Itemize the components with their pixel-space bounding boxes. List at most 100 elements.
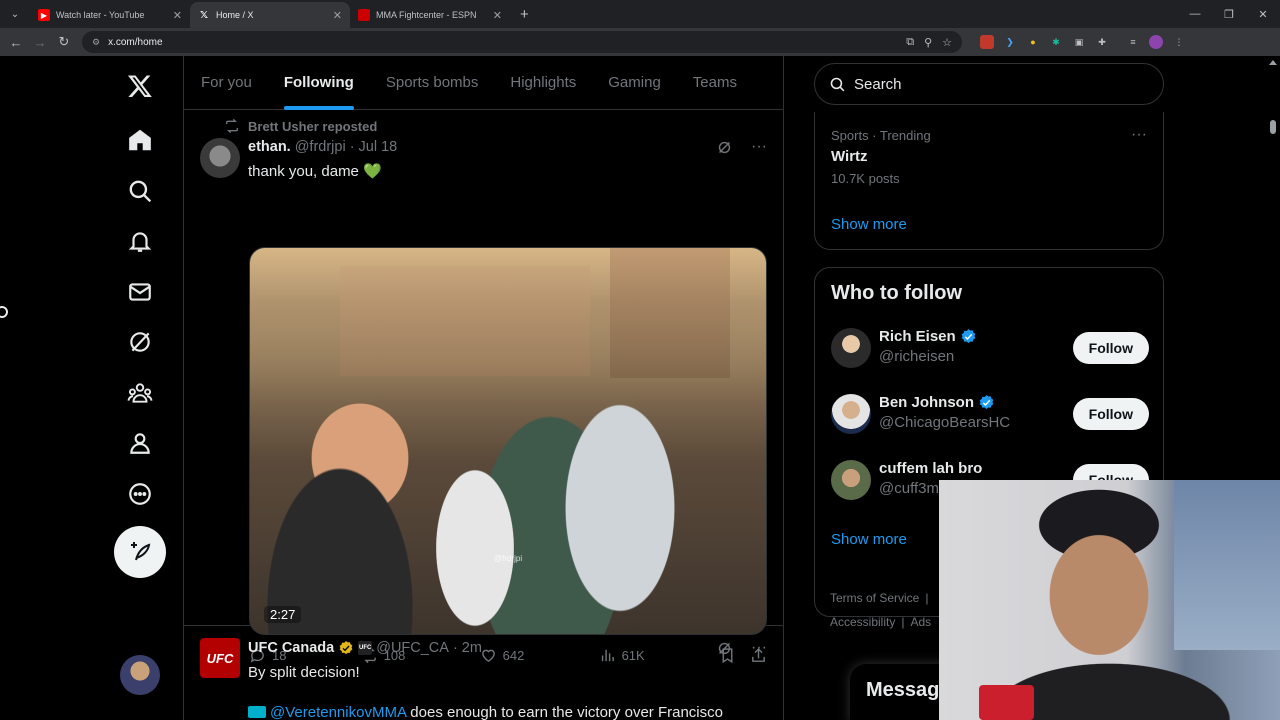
post-time[interactable]: Jul 18: [359, 139, 398, 155]
extension-red-icon[interactable]: [980, 35, 994, 49]
search-input[interactable]: Search: [814, 63, 1164, 105]
webcam-background-window: [1174, 480, 1280, 650]
bell-icon[interactable]: [114, 215, 166, 267]
mention-link[interactable]: @VeretennikovMMA: [270, 704, 406, 720]
browser-menu-icon[interactable]: ⋮: [1172, 35, 1186, 49]
address-bar: ← → ↻ ⚙ x.com/home ⧉ ⚲ ☆ ❯ ● ✱ ▣ ✚ ≡ ⋮: [0, 28, 1280, 56]
tab-title: MMA Fightcenter - ESPN: [376, 10, 477, 20]
extensions-puzzle-icon[interactable]: ✚: [1095, 35, 1109, 49]
minimize-icon[interactable]: —: [1178, 8, 1212, 20]
follow-button[interactable]: Follow: [1072, 332, 1149, 364]
tab-for-you[interactable]: For you: [201, 56, 252, 110]
cast-icon[interactable]: ⧉: [906, 36, 914, 49]
video-frame-building: [610, 248, 730, 378]
compose-post-button[interactable]: [114, 526, 166, 578]
grok-icon[interactable]: [716, 640, 733, 657]
extension-gray-icon[interactable]: ▣: [1072, 35, 1086, 49]
scrollbar-thumb[interactable]: [1270, 120, 1276, 134]
follow-button[interactable]: Follow: [1072, 398, 1149, 430]
suggestion-name-text: Rich Eisen: [879, 328, 956, 345]
profile-icon[interactable]: [114, 417, 166, 469]
account-avatar[interactable]: [120, 655, 160, 695]
suggestion-name[interactable]: Rich Eisen: [879, 328, 977, 345]
more-options-icon[interactable]: ···: [751, 138, 767, 156]
grok-icon[interactable]: [716, 139, 733, 156]
trend-post-count: 10.7K posts: [831, 171, 900, 186]
restore-icon[interactable]: ❐: [1212, 8, 1246, 21]
post-header: ethan. @frdrjpi · Jul 18: [248, 139, 397, 155]
ufc-affiliate-badge-icon[interactable]: UFC: [358, 641, 373, 655]
back-arrow-icon[interactable]: ←: [4, 35, 28, 50]
tab-title: Home / X: [216, 10, 254, 20]
browser-tab-youtube[interactable]: ▶ Watch later - YouTube ✕: [30, 2, 190, 28]
browser-tab-espn[interactable]: MMA Fightcenter - ESPN ✕: [350, 2, 510, 28]
forward-arrow-icon[interactable]: →: [28, 35, 52, 50]
avatar[interactable]: [200, 138, 240, 178]
url-input[interactable]: ⚙ x.com/home ⧉ ⚲ ☆: [82, 31, 962, 53]
tab-highlights[interactable]: Highlights: [510, 56, 576, 110]
tab-following[interactable]: Following: [283, 56, 354, 110]
author-handle[interactable]: @frdrjpi: [295, 139, 346, 155]
suggestion-name-text: Ben Johnson: [879, 394, 975, 411]
tab-sports-bombs[interactable]: Sports bombs: [386, 56, 479, 110]
reload-icon[interactable]: ↻: [52, 34, 76, 50]
suggestion-name[interactable]: cuffem lah bro: [879, 460, 982, 477]
post-tools: ···: [716, 138, 767, 156]
post-video[interactable]: @frdrjpi 2:27: [249, 247, 767, 635]
messages-title: Messag: [866, 679, 940, 701]
follow-suggestion[interactable]: Ben Johnson @ChicagoBearsHC Follow: [831, 390, 1149, 440]
communities-icon[interactable]: [114, 367, 166, 419]
x-logo-icon[interactable]: [114, 60, 166, 112]
scroll-up-arrow-icon[interactable]: [1269, 60, 1277, 65]
terms-link[interactable]: Terms of Service: [830, 591, 919, 605]
follow-suggestion[interactable]: Rich Eisen @richeisen Follow: [831, 324, 1149, 374]
repost-by-label[interactable]: Brett Usher reposted: [248, 119, 377, 134]
extension-blue-icon[interactable]: ❯: [1003, 35, 1017, 49]
author-name[interactable]: UFC Canada: [248, 640, 334, 656]
extension-teal-icon[interactable]: ✱: [1049, 35, 1063, 49]
close-icon[interactable]: ✕: [333, 9, 342, 22]
avatar[interactable]: UFC: [200, 638, 240, 678]
author-name[interactable]: ethan.: [248, 139, 291, 155]
tab-gaming[interactable]: Gaming: [608, 56, 661, 110]
post-time[interactable]: 2m: [462, 640, 482, 656]
search-icon[interactable]: [114, 165, 166, 217]
dot-separator: ·: [349, 139, 355, 155]
trending-show-more-link[interactable]: Show more: [831, 216, 907, 233]
extension-yellow-icon[interactable]: ●: [1026, 35, 1040, 49]
avatar[interactable]: [831, 460, 871, 500]
post-tools: ···: [716, 639, 767, 657]
close-icon[interactable]: ✕: [493, 9, 502, 22]
trend-name[interactable]: Wirtz: [831, 148, 868, 165]
post-ethan[interactable]: Brett Usher reposted ethan. @frdrjpi · J…: [184, 110, 783, 664]
home-icon[interactable]: [114, 114, 166, 166]
tab-title: Watch later - YouTube: [56, 10, 145, 20]
more-options-icon[interactable]: ···: [751, 639, 767, 657]
grok-icon[interactable]: [114, 316, 166, 368]
mail-icon[interactable]: [114, 266, 166, 318]
close-icon[interactable]: ✕: [173, 9, 182, 22]
post-ufc-canada[interactable]: UFC UFC Canada UFC @UFC_CA · 2m ··· By s…: [184, 626, 783, 720]
tab-search-chevron-icon[interactable]: ⌄: [4, 3, 26, 25]
video-watermark: @frdrjpi: [494, 554, 523, 563]
new-tab-plus-icon[interactable]: +: [520, 6, 529, 23]
tab-teams[interactable]: Teams: [693, 56, 737, 110]
zoom-icon[interactable]: ⚲: [924, 36, 932, 49]
ads-link[interactable]: Ads: [910, 615, 931, 629]
bookmark-star-icon[interactable]: ☆: [942, 36, 952, 49]
suggestion-name[interactable]: Ben Johnson: [879, 394, 995, 411]
more-icon[interactable]: [114, 468, 166, 520]
avatar[interactable]: [831, 394, 871, 434]
reading-list-icon[interactable]: ≡: [1126, 35, 1140, 49]
who-to-follow-show-more-link[interactable]: Show more: [831, 531, 907, 548]
accessibility-link[interactable]: Accessibility: [830, 615, 895, 629]
close-window-icon[interactable]: ✕: [1246, 8, 1280, 21]
more-options-icon[interactable]: ···: [1131, 126, 1147, 144]
author-handle[interactable]: @UFC_CA: [376, 640, 449, 656]
video-frame-building: [340, 266, 590, 376]
profile-avatar-icon[interactable]: [1149, 35, 1163, 49]
avatar[interactable]: [831, 328, 871, 368]
site-info-icon[interactable]: ⚙: [92, 37, 100, 48]
browser-tab-x[interactable]: 𝕏 Home / X ✕: [190, 2, 350, 28]
gold-verified-icon[interactable]: [338, 640, 354, 656]
